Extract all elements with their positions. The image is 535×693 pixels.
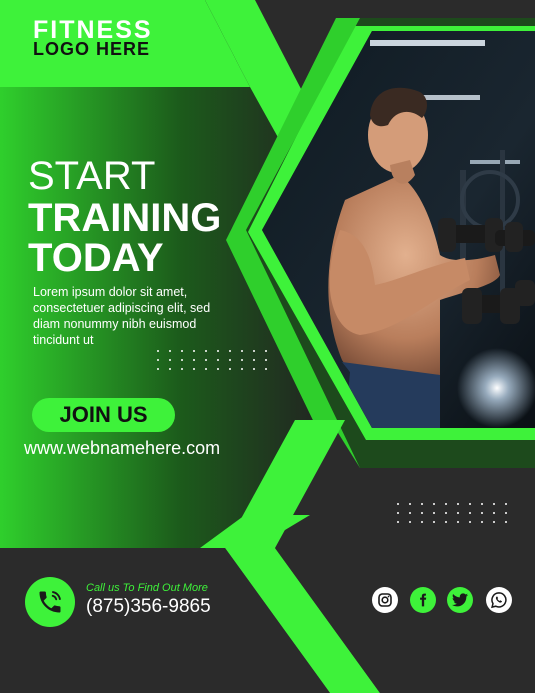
- join-us-button[interactable]: JOIN US: [32, 398, 175, 432]
- phone-button[interactable]: [25, 577, 75, 627]
- phone-icon: [39, 591, 61, 613]
- decorative-dots-left: [157, 350, 267, 370]
- twitter-icon[interactable]: [447, 587, 473, 613]
- logo-subtitle: LOGO HERE: [33, 39, 151, 59]
- headline-today: TODAY: [28, 236, 164, 280]
- whatsapp-icon[interactable]: [486, 587, 512, 613]
- call-label: Call us To Find Out More: [86, 582, 208, 594]
- website-link[interactable]: www.webnamehere.com: [24, 438, 220, 459]
- body-text: Lorem ipsum dolor sit amet, consectetuer…: [33, 285, 211, 347]
- headline-start: START: [28, 154, 156, 198]
- instagram-icon[interactable]: [372, 587, 398, 613]
- decorative-dots-right: [397, 503, 507, 523]
- phone-number[interactable]: (875)356-9865: [86, 596, 211, 618]
- headline-training: TRAINING: [28, 196, 222, 240]
- fitness-flyer: FITNESS LOGO HERE START TRAINING TODAY L…: [0, 0, 535, 693]
- facebook-icon[interactable]: [410, 587, 436, 613]
